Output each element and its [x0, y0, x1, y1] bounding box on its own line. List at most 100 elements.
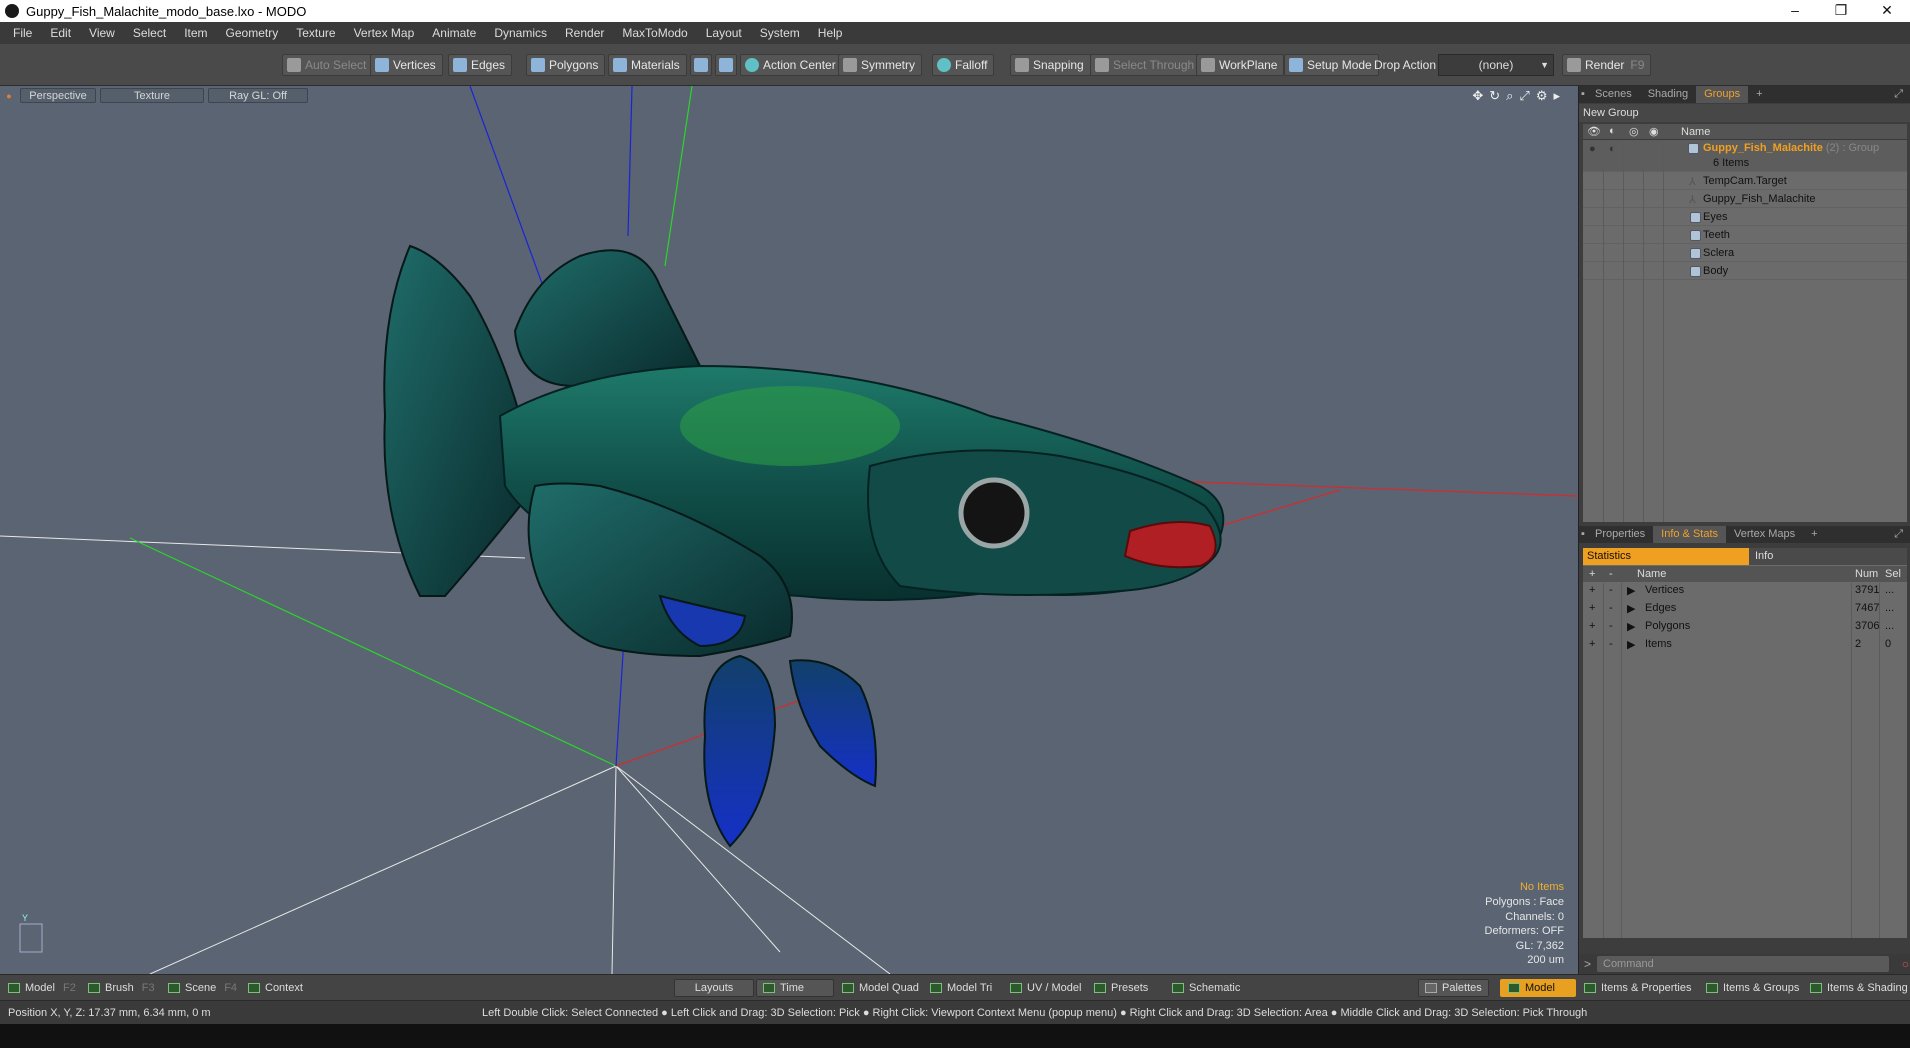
disclosure-arrow-icon[interactable]: ▶ [1627, 620, 1635, 633]
palettes-button[interactable]: Palettes [1418, 979, 1489, 997]
collapse-icon[interactable]: - [1609, 584, 1613, 596]
tab-vertex-maps[interactable]: Vertex Maps [1726, 526, 1803, 543]
menu-view[interactable]: View [80, 26, 124, 40]
lock-column-icon[interactable]: ◐ [1609, 125, 1616, 137]
menu-dynamics[interactable]: Dynamics [485, 26, 556, 40]
viewport-expand-icon[interactable]: ▸ [1553, 88, 1560, 104]
rotate-view-icon[interactable]: ↻ [1489, 88, 1500, 104]
panel-grip-icon[interactable]: ▪ [1579, 86, 1587, 103]
menu-help[interactable]: Help [809, 26, 852, 40]
tab-properties[interactable]: Properties [1587, 526, 1653, 543]
tab-scenes[interactable]: Scenes [1587, 86, 1640, 103]
tree-item-guppy[interactable]: ⅄ Guppy_Fish_Malachite [1583, 190, 1907, 208]
view-type-button[interactable]: Perspective [20, 88, 96, 103]
stats-row-edges[interactable]: + - ▶ Edges 7467 ... [1583, 600, 1907, 618]
collapse-icon[interactable]: - [1609, 620, 1613, 632]
menu-select[interactable]: Select [124, 26, 175, 40]
collapse-all-icon[interactable]: - [1609, 568, 1613, 580]
model-tri-button[interactable]: Model Tri [930, 979, 992, 997]
tab-groups[interactable]: Groups [1696, 86, 1749, 103]
select-through-button[interactable]: Select Through [1090, 54, 1202, 76]
context-button[interactable]: Context [248, 979, 303, 997]
menu-animate[interactable]: Animate [423, 26, 485, 40]
expand-icon[interactable]: + [1589, 638, 1595, 650]
render-column-icon[interactable]: ◎ [1629, 125, 1639, 138]
menu-geometry[interactable]: Geometry [217, 26, 288, 40]
scene-mode-button[interactable]: Scene F4 [168, 979, 237, 997]
viewport-settings-icon[interactable]: ⚙ [1536, 88, 1548, 104]
auto-select-button[interactable]: Auto Select [282, 54, 374, 76]
add-tab-icon[interactable]: + [1803, 526, 1825, 543]
3d-viewport[interactable]: Y ● Perspective Texture Ray GL: Off ✥ ↻ … [0, 86, 1578, 974]
viewport-canvas[interactable]: Y [0, 86, 1578, 974]
tree-item-tempcam[interactable]: ⅄ TempCam.Target [1583, 172, 1907, 190]
tab-statistics[interactable]: Statistics [1583, 548, 1749, 565]
tree-item-sclera[interactable]: Sclera [1583, 244, 1907, 262]
layouts-button[interactable]: Layouts [674, 979, 754, 997]
stats-row-vertices[interactable]: + - ▶ Vertices 3791 ... [1583, 582, 1907, 600]
panel-grip-icon[interactable]: ▪ [1579, 526, 1587, 543]
zoom-view-icon[interactable]: ⌕ [1506, 88, 1513, 104]
menu-vertex-map[interactable]: Vertex Map [345, 26, 424, 40]
drop-action-select[interactable]: (none) ▼ [1438, 54, 1554, 76]
menu-render[interactable]: Render [556, 26, 613, 40]
menu-system[interactable]: System [751, 26, 809, 40]
disclosure-arrow-icon[interactable]: ▶ [1627, 602, 1635, 615]
expand-icon[interactable]: + [1589, 602, 1595, 614]
panel-maximize-icon[interactable]: ⤢ [1886, 526, 1910, 543]
select-column-icon[interactable]: ◉ [1649, 125, 1659, 138]
expand-all-icon[interactable]: + [1589, 568, 1595, 580]
disclosure-arrow-icon[interactable]: ▶ [1627, 584, 1635, 597]
collapse-icon[interactable]: - [1609, 602, 1613, 614]
close-button[interactable]: ✕ [1864, 0, 1910, 22]
menu-layout[interactable]: Layout [697, 26, 751, 40]
menu-maxtomodo[interactable]: MaxToModo [613, 26, 696, 40]
raygl-button[interactable]: Ray GL: Off [208, 88, 308, 103]
tree-item-eyes[interactable]: Eyes [1583, 208, 1907, 226]
menu-edit[interactable]: Edit [41, 26, 80, 40]
presets-button[interactable]: Presets [1094, 979, 1148, 997]
expand-icon[interactable]: + [1589, 584, 1595, 596]
stats-row-items[interactable]: + - ▶ Items 2 0 [1583, 636, 1907, 654]
move-view-icon[interactable]: ✥ [1472, 88, 1483, 104]
disclosure-arrow-icon[interactable]: ▶ [1627, 638, 1635, 651]
edges-button[interactable]: Edges [448, 54, 513, 76]
time-button[interactable]: Time [756, 979, 834, 997]
tab-info[interactable]: Info [1749, 548, 1907, 565]
tree-item-body[interactable]: Body [1583, 262, 1907, 280]
minimize-button[interactable]: – [1772, 0, 1818, 22]
render-button[interactable]: Render F9 [1562, 54, 1652, 76]
add-tab-icon[interactable]: + [1748, 86, 1770, 103]
command-input[interactable]: Command [1597, 956, 1889, 972]
tree-item-teeth[interactable]: Teeth [1583, 226, 1907, 244]
viewport-options-icon[interactable]: ● [4, 88, 14, 103]
maximize-button[interactable]: ❐ [1818, 0, 1864, 22]
group-visibility-icon[interactable]: ● [1589, 143, 1596, 155]
action-center-button[interactable]: Action Center [740, 54, 843, 76]
brush-mode-button[interactable]: Brush F3 [88, 979, 155, 997]
menu-texture[interactable]: Texture [287, 26, 344, 40]
vertices-button[interactable]: Vertices [370, 54, 443, 76]
workplane-button[interactable]: WorkPlane [1196, 54, 1285, 76]
stats-row-polygons[interactable]: + - ▶ Polygons 3706 ... [1583, 618, 1907, 636]
schematic-button[interactable]: Schematic [1172, 979, 1240, 997]
model-layout-tab[interactable]: Model [1500, 979, 1576, 997]
polygons-button[interactable]: Polygons [526, 54, 606, 76]
new-group-button[interactable]: New Group [1579, 104, 1910, 122]
panel-maximize-icon[interactable]: ⤢ [1886, 86, 1910, 103]
select-mode-button-1[interactable] [690, 54, 712, 76]
symmetry-button[interactable]: Symmetry [838, 54, 922, 76]
model-mode-button[interactable]: Model F2 [8, 979, 76, 997]
items-properties-tab[interactable]: Items & Properties [1584, 979, 1691, 997]
tab-shading[interactable]: Shading [1640, 86, 1696, 103]
falloff-button[interactable]: Falloff [932, 54, 995, 76]
model-quad-button[interactable]: Model Quad [842, 979, 919, 997]
fit-view-icon[interactable]: ⤢ [1519, 88, 1529, 104]
menu-item[interactable]: Item [175, 26, 216, 40]
command-record-icon[interactable]: ○ [1902, 957, 1909, 971]
materials-button[interactable]: Materials [608, 54, 687, 76]
uv-model-button[interactable]: UV / Model [1010, 979, 1081, 997]
shading-mode-button[interactable]: Texture [100, 88, 204, 103]
select-mode-button-2[interactable] [715, 54, 737, 76]
expand-icon[interactable]: + [1589, 620, 1595, 632]
